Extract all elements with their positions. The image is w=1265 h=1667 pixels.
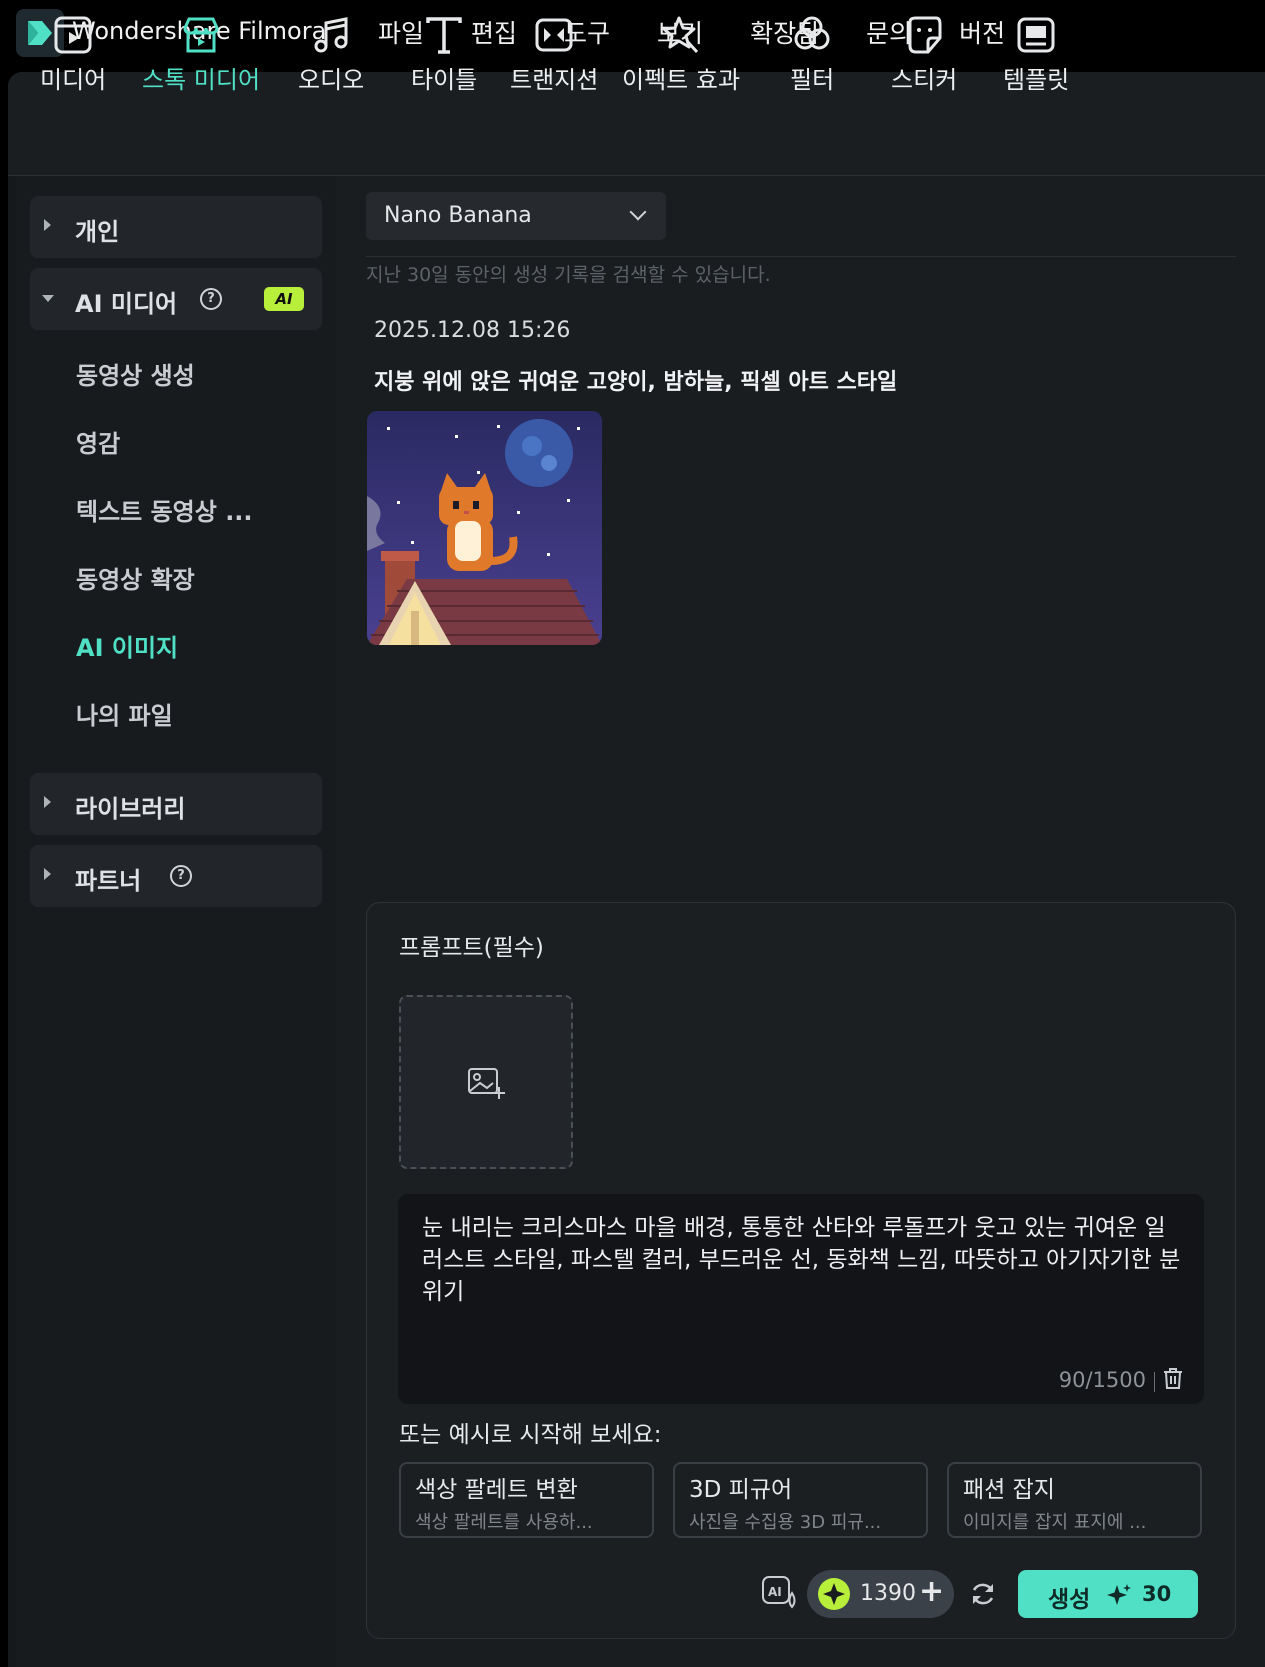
caret-right-icon bbox=[44, 868, 51, 880]
sidebar-group-personal[interactable]: 개인 bbox=[30, 196, 322, 258]
example-desc: 색상 팔레트를 사용하... bbox=[415, 1512, 593, 1533]
sidebar-item-inspiration[interactable]: 영감 bbox=[76, 424, 120, 459]
tool-transitions[interactable]: 트랜지션 bbox=[510, 14, 598, 95]
help-icon[interactable]: ? bbox=[170, 865, 192, 887]
examples-label: 또는 예시로 시작해 보세요: bbox=[399, 1422, 662, 1448]
tool-stickers-label: 스티커 bbox=[891, 66, 958, 94]
separator bbox=[1154, 1372, 1155, 1392]
example-desc: 이미지를 잡지 표지에 ... bbox=[963, 1512, 1147, 1533]
generated-image-thumbnail[interactable] bbox=[367, 411, 602, 645]
prompt-title: 프롬프트(필수) bbox=[399, 935, 544, 961]
trash-icon[interactable] bbox=[1162, 1366, 1184, 1390]
help-icon[interactable]: ? bbox=[200, 288, 222, 310]
tool-titles[interactable]: 타이틀 bbox=[411, 14, 477, 95]
credits-count: 1390 bbox=[860, 1581, 916, 1606]
tool-filters[interactable]: 필터 bbox=[790, 14, 834, 95]
sidebar-group-label: 파트너 bbox=[75, 867, 142, 895]
filter-icon bbox=[794, 16, 830, 50]
sticker-icon bbox=[908, 16, 942, 54]
pixel-cat-image bbox=[367, 411, 602, 645]
tool-filters-label: 필터 bbox=[790, 66, 835, 94]
sidebar-group-library[interactable]: 라이브러리 bbox=[30, 773, 322, 835]
example-title: 3D 피규어 bbox=[689, 1477, 793, 1503]
credits-pill[interactable]: 1390 + bbox=[807, 1570, 954, 1618]
caret-right-icon bbox=[44, 796, 51, 808]
tool-media[interactable]: 미디어 bbox=[40, 14, 106, 95]
sidebar-item-my-files[interactable]: 나의 파일 bbox=[76, 696, 173, 731]
tool-transitions-label: 트랜지션 bbox=[510, 66, 599, 94]
prompt-text: 눈 내리는 크리스마스 마을 배경, 통통한 산타와 루돌프가 웃고 있는 귀여… bbox=[422, 1215, 1181, 1305]
char-count: 90/1500 bbox=[1058, 1368, 1146, 1392]
sidebar-item-ai-image[interactable]: AI 이미지 bbox=[76, 628, 178, 663]
tool-titles-label: 타이틀 bbox=[411, 66, 478, 94]
effects-star-icon bbox=[662, 16, 699, 54]
media-icon bbox=[54, 16, 92, 54]
sidebar-item-video-extend[interactable]: 동영상 확장 bbox=[76, 560, 195, 595]
reference-image-upload[interactable] bbox=[399, 995, 573, 1169]
add-credits-icon[interactable]: + bbox=[919, 1574, 944, 1609]
example-card[interactable]: 패션 잡지 이미지를 잡지 표지에 ... bbox=[947, 1462, 1202, 1538]
example-desc: 사진을 수집용 3D 피규... bbox=[689, 1512, 882, 1533]
svg-text:AI: AI bbox=[768, 1585, 782, 1599]
sidebar-item-video-generation[interactable]: 동영상 생성 bbox=[76, 356, 195, 391]
tool-stock-media-label: 스톡 미디어 bbox=[142, 66, 261, 94]
tool-templates[interactable]: 템플릿 bbox=[1003, 14, 1069, 95]
sidebar: 개인 AI 미디어 ? AI 동영상 생성 영감 텍스트 동영상 ... 동영상… bbox=[16, 176, 336, 1667]
ai-settings-icon[interactable]: AI bbox=[761, 1575, 799, 1611]
chevron-down-icon bbox=[629, 203, 647, 221]
image-add-icon bbox=[468, 1068, 505, 1099]
example-title: 패션 잡지 bbox=[963, 1477, 1055, 1503]
transition-icon bbox=[535, 18, 573, 52]
sparkle-icon bbox=[1107, 1584, 1131, 1605]
credit-coin-icon bbox=[818, 1578, 850, 1610]
music-note-icon bbox=[314, 17, 348, 53]
tool-templates-label: 템플릿 bbox=[1003, 66, 1070, 94]
menu-version[interactable]: 버전 bbox=[959, 14, 1005, 50]
sidebar-item-text-to-video[interactable]: 텍스트 동영상 ... bbox=[76, 492, 253, 527]
tool-stickers[interactable]: 스티커 bbox=[891, 14, 957, 95]
history-hint: 지난 30일 동안의 생성 기록을 검색할 수 있습니다. bbox=[366, 264, 771, 286]
tool-audio-label: 오디오 bbox=[298, 66, 365, 94]
sidebar-group-label: 개인 bbox=[75, 218, 120, 246]
model-select-value: Nano Banana bbox=[384, 203, 532, 228]
tool-audio[interactable]: 오디오 bbox=[298, 14, 364, 95]
divider bbox=[366, 256, 1236, 257]
tool-effects[interactable]: 이펙트 효과 bbox=[622, 14, 740, 95]
refresh-icon[interactable] bbox=[969, 1580, 997, 1608]
example-card[interactable]: 3D 피규어 사진을 수집용 3D 피규... bbox=[673, 1462, 928, 1538]
ai-badge: AI bbox=[264, 287, 304, 311]
caret-right-icon bbox=[44, 219, 51, 231]
sidebar-group-label: AI 미디어 bbox=[75, 290, 178, 318]
stock-media-icon bbox=[183, 17, 219, 53]
example-title: 색상 팔레트 변환 bbox=[415, 1477, 578, 1503]
model-select[interactable]: Nano Banana bbox=[366, 192, 666, 240]
template-icon bbox=[1017, 17, 1055, 53]
generate-cost: 30 bbox=[1142, 1582, 1172, 1606]
tool-media-label: 미디어 bbox=[40, 66, 107, 94]
example-card[interactable]: 색상 팔레트 변환 색상 팔레트를 사용하... bbox=[399, 1462, 654, 1538]
tool-stock-media[interactable]: 스톡 미디어 bbox=[142, 14, 260, 95]
tool-effects-label: 이펙트 효과 bbox=[622, 66, 741, 94]
caret-down-icon bbox=[42, 295, 54, 302]
record-prompt: 지붕 위에 앉은 귀여운 고양이, 밤하늘, 픽셀 아트 스타일 bbox=[374, 370, 898, 395]
sidebar-group-label: 라이브러리 bbox=[75, 795, 186, 823]
sidebar-group-partner[interactable]: 파트너 ? bbox=[30, 845, 322, 907]
prompt-textarea[interactable]: 눈 내리는 크리스마스 마을 배경, 통통한 산타와 루돌프가 웃고 있는 귀여… bbox=[398, 1194, 1204, 1404]
generate-button[interactable]: 생성 30 bbox=[1018, 1570, 1198, 1618]
record-timestamp: 2025.12.08 15:26 bbox=[374, 318, 571, 343]
generate-label: 생성 bbox=[1048, 1587, 1091, 1613]
title-t-icon bbox=[426, 17, 462, 54]
sidebar-group-ai-media[interactable]: AI 미디어 ? AI bbox=[30, 268, 322, 330]
